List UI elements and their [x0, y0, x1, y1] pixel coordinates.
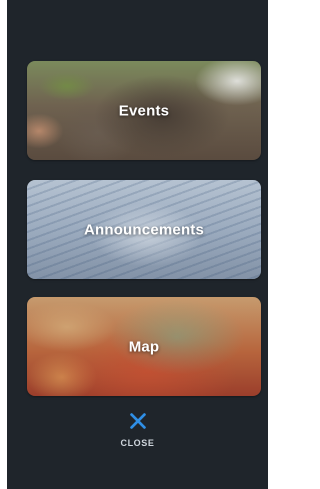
menu-card-map[interactable]: Map [27, 297, 261, 396]
close-label: CLOSE [120, 438, 155, 448]
menu-card-events[interactable]: Events [27, 61, 261, 160]
close-button[interactable]: CLOSE [7, 410, 268, 454]
menu-card-label-announcements: Announcements [83, 221, 205, 238]
menu-card-announcements[interactable]: Announcements [27, 180, 261, 279]
close-icon [129, 413, 146, 429]
menu-card-label-map: Map [128, 338, 160, 355]
menu-card-label-events: Events [118, 102, 170, 119]
menu-overlay: Events Announcements Map CLOSE [7, 0, 268, 489]
